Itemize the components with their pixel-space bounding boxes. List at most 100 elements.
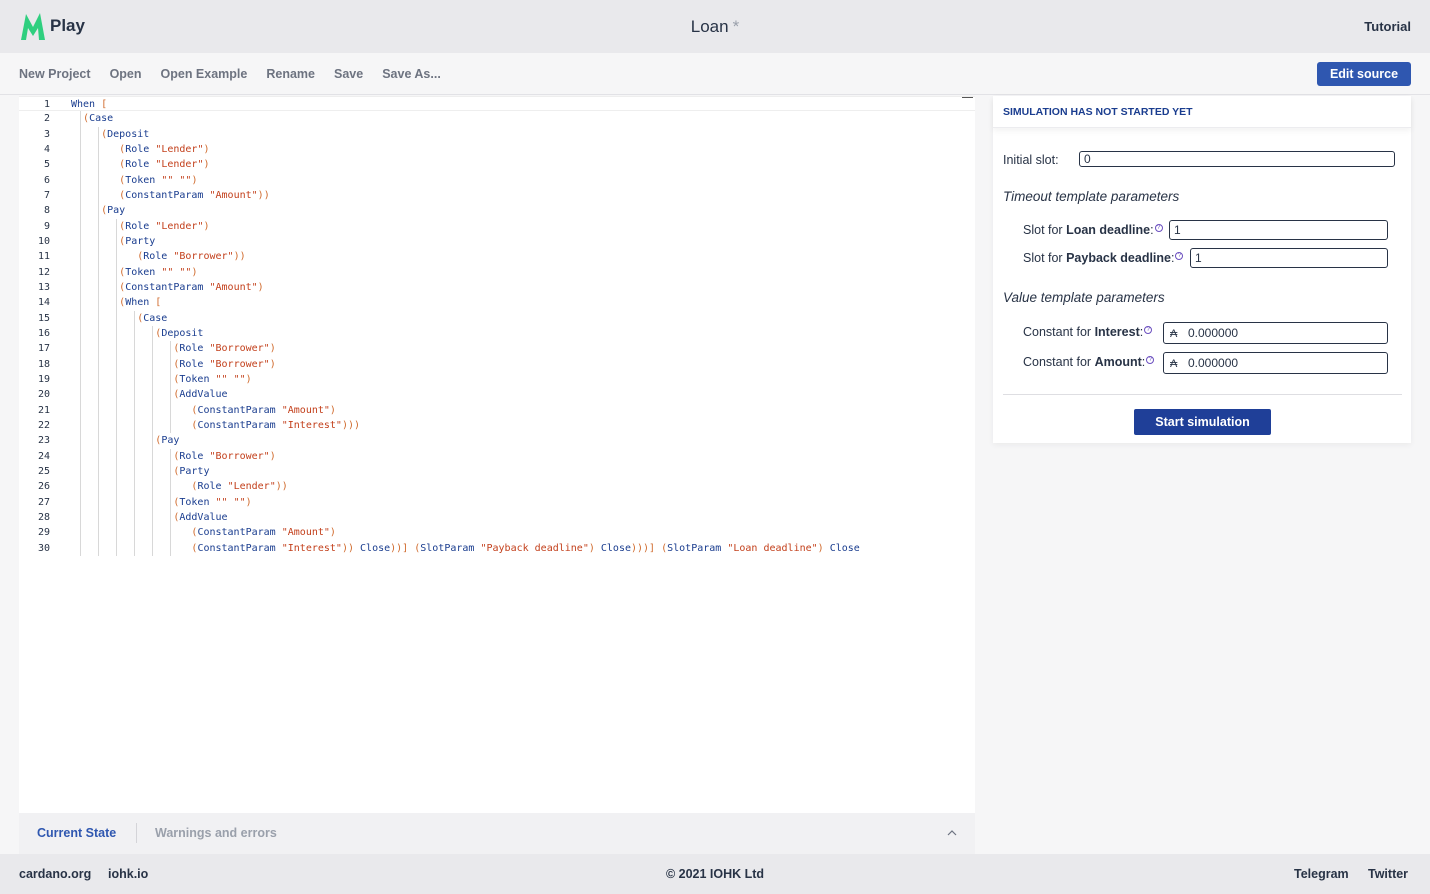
code-line[interactable]: 12 (Token "" "")	[19, 265, 975, 280]
code-text: (Token "" "")	[119, 174, 198, 186]
code-line[interactable]: 28 (AddValue	[19, 510, 975, 525]
line-number: 3	[43, 128, 50, 140]
help-icon[interactable]: ?	[1146, 356, 1155, 364]
line-number: 1	[43, 99, 50, 110]
code-text: (Party	[119, 235, 156, 247]
line-number: 29	[37, 527, 50, 539]
amount-prefix: Constant for	[1023, 355, 1095, 369]
code-text: (ConstantParam "Amount")	[191, 404, 336, 416]
line-number: 12	[37, 266, 50, 278]
amount-input[interactable]: ₳ 0.000000	[1163, 352, 1388, 374]
code-text: (Case	[71, 312, 168, 324]
code-line[interactable]: 27 (Token "" "")	[19, 495, 975, 510]
tab-current-state[interactable]: Current State	[37, 826, 116, 840]
code-line[interactable]: 26 (Role "Lender"))	[19, 479, 975, 494]
tab-separator	[136, 823, 137, 843]
line-number: 11	[37, 251, 50, 263]
code-line[interactable]: 23 (Pay	[19, 433, 975, 448]
code-line[interactable]: 25 (Party	[19, 464, 975, 479]
code-line[interactable]: 17 (Role "Borrower")	[19, 341, 975, 356]
line-number: 19	[37, 373, 50, 385]
payback-deadline-input[interactable]: 1	[1190, 248, 1388, 268]
code-line[interactable]: 16 (Deposit	[19, 326, 975, 341]
menu-item-rename[interactable]: Rename	[266, 67, 315, 81]
code-line[interactable]: 10 (Party	[19, 234, 975, 249]
code-line[interactable]: 5 (Role "Lender")	[19, 157, 975, 172]
line-number: 9	[43, 220, 50, 232]
interest-value: 0.000000	[1188, 326, 1239, 340]
menu-items: New Project Open Open Example Rename Save Sav…	[19, 67, 460, 81]
code-text: (ConstantParam "Amount"))	[119, 189, 270, 201]
menu-item-new-project[interactable]: New Project	[19, 67, 91, 81]
code-line[interactable]: 7 (ConstantParam "Amount"))	[19, 188, 975, 203]
ada-currency-icon: ₳	[1170, 358, 1178, 370]
timeout-params-title: Timeout template parameters	[1003, 189, 1180, 204]
bottom-panel-tabs: Current State Warnings and errors	[19, 813, 975, 854]
help-icon[interactable]: ?	[1154, 224, 1163, 232]
code-line[interactable]: 24 (Role "Borrower")	[19, 449, 975, 464]
code-line[interactable]: 11 (Role "Borrower"))	[19, 249, 975, 264]
code-editor[interactable]: 1 When [2 (Case 3 (Deposit 4 (Role "Lender"…	[19, 96, 975, 813]
loan-deadline-input[interactable]: 1	[1169, 220, 1388, 240]
code-line[interactable]: 18 (Role "Borrower")	[19, 357, 975, 372]
code-line[interactable]: 22 (ConstantParam "Interest")))	[19, 418, 975, 433]
code-line[interactable]: 14 (When [	[19, 295, 975, 310]
line-number: 27	[37, 496, 50, 508]
footer: cardano.org iohk.io © 2021 IOHK Ltd Tele…	[0, 854, 1430, 894]
indent-guide	[134, 310, 136, 556]
top-bar: Play Loan * Tutorial	[0, 0, 1430, 53]
code-line[interactable]: 15 (Case	[19, 311, 975, 326]
code-line[interactable]: 29 (ConstantParam "Amount")	[19, 525, 975, 540]
line-number: 22	[37, 419, 50, 431]
line-number: 8	[43, 205, 50, 217]
code-line[interactable]: 21 (ConstantParam "Amount")	[19, 403, 975, 418]
unsaved-marker: *	[732, 17, 740, 36]
payback-deadline-colon: :	[1171, 251, 1175, 265]
tutorial-link[interactable]: Tutorial	[1364, 19, 1411, 34]
code-text: (ConstantParam "Amount")	[191, 527, 336, 539]
chevron-up-icon[interactable]	[947, 827, 957, 839]
amount-name: Amount	[1094, 355, 1142, 369]
interest-name: Interest	[1094, 325, 1140, 339]
line-number: 13	[37, 281, 50, 293]
amount-colon: :	[1141, 355, 1146, 369]
code-line[interactable]: 2 (Case	[19, 111, 975, 126]
code-line[interactable]: 9 (Role "Lender")	[19, 219, 975, 234]
code-line[interactable]: 3 (Deposit	[19, 127, 975, 142]
code-line[interactable]: 19 (Token "" "")	[19, 372, 975, 387]
code-line[interactable]: 6 (Token "" "")	[19, 173, 975, 188]
tab-warnings-and-errors[interactable]: Warnings and errors	[155, 826, 277, 840]
line-number: 26	[37, 481, 50, 493]
menu-item-save-as[interactable]: Save As...	[382, 67, 441, 81]
telegram-link[interactable]: Telegram	[1294, 867, 1349, 881]
indent-guide	[170, 448, 172, 556]
menu-item-open[interactable]: Open	[110, 67, 142, 81]
code-line[interactable]: 8 (Pay	[19, 203, 975, 218]
menu-item-open-example[interactable]: Open Example	[161, 67, 248, 81]
payback-deadline-label: Slot for Payback deadline:?	[1023, 251, 1184, 265]
initial-slot-input[interactable]: 0	[1079, 151, 1395, 167]
code-line[interactable]: 1 When [	[19, 96, 975, 112]
code-line[interactable]: 13 (ConstantParam "Amount")	[19, 280, 975, 295]
menu-item-save[interactable]: Save	[334, 67, 363, 81]
menu-bar: New Project Open Open Example Rename Save Sav…	[0, 53, 1430, 95]
code-text: (ConstantParam "Interest")) Close))] (Sl…	[191, 542, 860, 554]
start-simulation-button[interactable]: Start simulation	[1134, 409, 1271, 435]
help-icon[interactable]: ?	[1144, 326, 1153, 334]
page-title: Loan *	[0, 17, 1430, 37]
code-line[interactable]: 4 (Role "Lender")	[19, 142, 975, 157]
edit-source-button[interactable]: Edit source	[1317, 62, 1411, 86]
twitter-link[interactable]: Twitter	[1368, 867, 1408, 881]
payback-deadline-name: Payback deadline	[1066, 251, 1171, 265]
line-number: 15	[37, 312, 50, 324]
interest-input[interactable]: ₳ 0.000000	[1163, 322, 1388, 344]
code-text: (AddValue	[71, 389, 228, 401]
line-number: 17	[37, 343, 50, 355]
code-line[interactable]: 20 (AddValue	[19, 387, 975, 402]
loan-deadline-prefix: Slot for	[1023, 223, 1067, 237]
help-icon[interactable]: ?	[1175, 252, 1184, 260]
code-line[interactable]: 30 (ConstantParam "Interest")) Close))] …	[19, 541, 975, 556]
indent-guide	[80, 111, 82, 556]
line-number: 5	[43, 159, 50, 171]
line-number: 18	[37, 358, 50, 370]
